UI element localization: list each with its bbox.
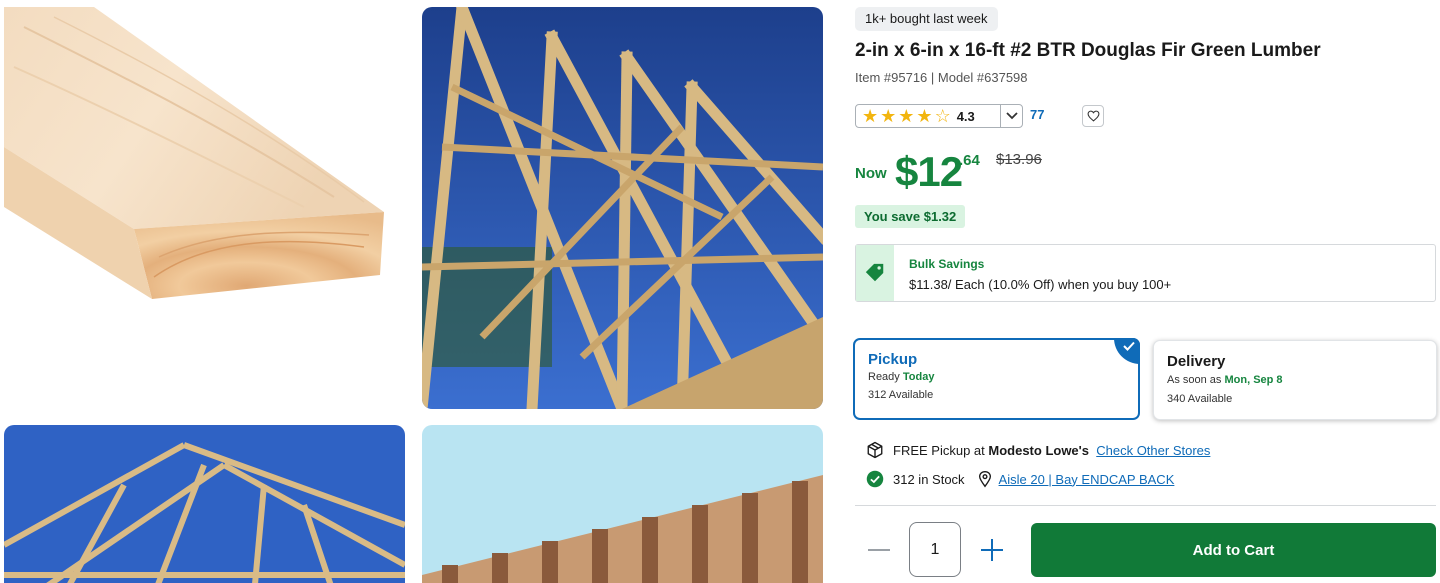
price-now-label: Now [855,165,887,182]
tag-icon [856,245,894,301]
roof-truss-image [422,7,823,409]
delivery-eta: As soon as Mon, Sep 8 [1167,374,1283,386]
star-icon: ★ [862,106,879,126]
price-cents: .64 [959,152,980,169]
delivery-eta-value: Mon, Sep 8 [1224,374,1283,386]
product-image-board[interactable] [4,7,405,409]
free-pickup-line: FREE Pickup at Modesto Lowe's Check Othe… [866,441,1210,459]
pickup-ready-value: Today [902,371,935,383]
check-circle-icon [866,470,884,488]
product-image-rafters[interactable] [422,425,823,583]
quantity-decrease-button[interactable] [866,537,892,563]
star-rating: ★ ★ ★ ★ ☆ [862,106,951,126]
free-pickup-prefix: FREE Pickup at [893,442,985,458]
model-number: Model #637598 [937,70,1028,85]
pickup-title: Pickup [868,351,918,368]
product-image-trusses[interactable] [422,7,823,409]
minus-icon [868,549,890,551]
product-image-roof-frame[interactable] [4,425,405,583]
rafters-image [422,425,823,583]
star-outline-icon: ☆ [934,106,951,126]
pickup-option[interactable]: Pickup Ready Today 312 Available [853,338,1140,420]
star-icon: ★ [916,106,933,126]
location-pin-icon [978,470,991,488]
bulk-savings-title: Bulk Savings [909,257,985,271]
lumber-board-image [4,7,384,299]
chevron-down-icon[interactable] [1000,105,1022,127]
item-number: Item #95716 [855,70,928,85]
favorite-button[interactable] [1082,105,1104,127]
divider [855,505,1436,506]
price-dollars: $12 [895,148,963,195]
delivery-eta-prefix: As soon as [1167,374,1222,386]
savings-badge: You save $1.32 [855,205,966,228]
review-count-link[interactable]: 77 [1030,107,1044,122]
plus-icon [981,539,1003,561]
quantity-increase-button[interactable] [979,537,1005,563]
pickup-ready-prefix: Ready [868,371,900,383]
bulk-savings-description: $11.38/ Each (10.0% Off) when you buy 10… [909,277,1172,292]
heart-icon [1087,110,1099,122]
star-icon: ★ [880,106,897,126]
check-other-stores-link[interactable]: Check Other Stores [1096,443,1210,458]
stock-line: 312 in Stock Aisle 20 | Bay ENDCAP BACK [866,470,1174,488]
item-model-line: Item #95716 | Model #637598 [855,70,1028,85]
price-was: $13.96 [996,151,1042,168]
quantity-input[interactable] [909,522,961,577]
stock-count: 312 in Stock [893,471,965,487]
add-to-cart-button[interactable]: Add to Cart [1031,523,1436,577]
box-icon [867,441,883,459]
rating-widget[interactable]: ★ ★ ★ ★ ☆ 4.3 [855,104,1023,128]
delivery-available: 340 Available [1167,393,1233,405]
rating-value: 4.3 [956,108,975,124]
roof-frame-image [4,425,405,583]
delivery-title: Delivery [1167,353,1226,370]
social-proof-badge: 1k+ bought last week [855,7,998,31]
bulk-savings-box: Bulk Savings $11.38/ Each (10.0% Off) wh… [855,244,1436,302]
store-name: Modesto Lowe's [988,442,1089,458]
product-title: 2-in x 6-in x 16-ft #2 BTR Douglas Fir G… [855,40,1321,61]
pickup-ready: Ready Today [868,371,934,383]
pickup-available: 312 Available [868,389,934,401]
checkmark-icon [1114,338,1140,364]
aisle-location-link[interactable]: Aisle 20 | Bay ENDCAP BACK [999,472,1175,487]
delivery-option[interactable]: Delivery As soon as Mon, Sep 8 340 Avail… [1153,340,1437,420]
star-icon: ★ [898,106,915,126]
